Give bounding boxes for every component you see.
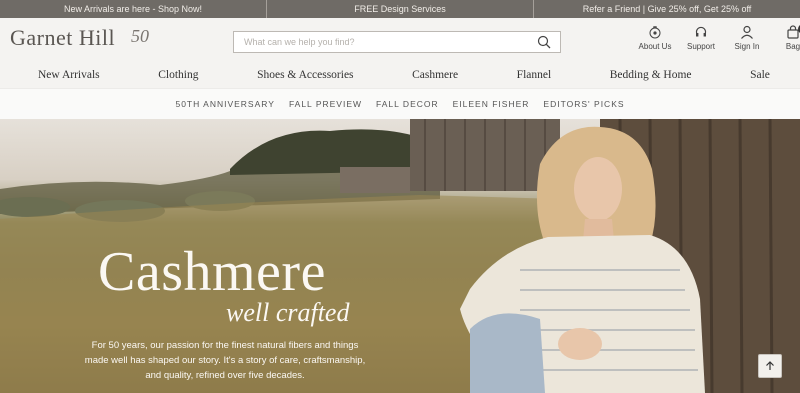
- search-icon[interactable]: [537, 35, 551, 49]
- sign-in-label: Sign In: [734, 42, 760, 51]
- nav-new-arrivals[interactable]: New Arrivals: [38, 63, 100, 88]
- nav-shoes-accessories[interactable]: Shoes & Accessories: [257, 63, 353, 88]
- main-nav: New Arrivals Clothing Shoes & Accessorie…: [0, 63, 800, 88]
- promo-refer-friend-link[interactable]: Refer a Friend | Give 25% off, Get 25% o…: [533, 0, 800, 18]
- subnav-fall-decor[interactable]: FALL DECOR: [376, 89, 439, 119]
- site-header: Garnet Hill 50 About Us Support: [0, 18, 800, 63]
- search-input[interactable]: [234, 32, 524, 52]
- bag-button[interactable]: 0 Bag: [770, 24, 800, 51]
- promo-new-arrivals-link[interactable]: New Arrivals are here - Shop Now!: [0, 0, 266, 18]
- logo[interactable]: Garnet Hill: [10, 25, 115, 51]
- hero-title: Cashmere: [98, 241, 326, 303]
- header-icons: About Us Support Sign In 0 Bag: [632, 24, 800, 51]
- hero-banner[interactable]: Cashmere well crafted For 50 years, our …: [0, 119, 800, 393]
- about-us-button[interactable]: About Us: [632, 25, 678, 51]
- support-icon: [695, 26, 707, 37]
- nav-flannel[interactable]: Flannel: [517, 63, 552, 88]
- hero-body-text: For 50 years, our passion for the finest…: [84, 340, 366, 381]
- subnav-50th-anniversary[interactable]: 50TH ANNIVERSARY: [175, 89, 274, 119]
- nav-sale[interactable]: Sale: [750, 63, 770, 88]
- subnav-fall-preview[interactable]: FALL PREVIEW: [289, 89, 362, 119]
- hero-subtitle: well crafted: [226, 298, 350, 327]
- search-box: [233, 31, 561, 53]
- flower-icon: [649, 26, 661, 39]
- support-button[interactable]: Support: [678, 25, 724, 51]
- support-label: Support: [686, 42, 716, 51]
- user-icon: [741, 25, 753, 39]
- subnav-eileen-fisher[interactable]: EILEEN FISHER: [453, 89, 530, 119]
- promo-design-services-link[interactable]: FREE Design Services: [266, 0, 533, 18]
- nav-clothing[interactable]: Clothing: [158, 63, 198, 88]
- nav-cashmere[interactable]: Cashmere: [412, 63, 458, 88]
- bag-label: Bag: [785, 42, 800, 51]
- scroll-to-top-button[interactable]: [758, 354, 782, 378]
- logo-50-badge: 50: [131, 26, 149, 46]
- sign-in-button[interactable]: Sign In: [724, 25, 770, 51]
- about-us-label: About Us: [638, 42, 672, 51]
- nav-bedding-home[interactable]: Bedding & Home: [610, 63, 692, 88]
- subnav-editors-picks[interactable]: EDITORS' PICKS: [543, 89, 624, 119]
- sub-nav: 50TH ANNIVERSARY FALL PREVIEW FALL DECOR…: [0, 88, 800, 119]
- arrow-up-icon: [766, 361, 774, 370]
- promo-bar: New Arrivals are here - Shop Now! FREE D…: [0, 0, 800, 18]
